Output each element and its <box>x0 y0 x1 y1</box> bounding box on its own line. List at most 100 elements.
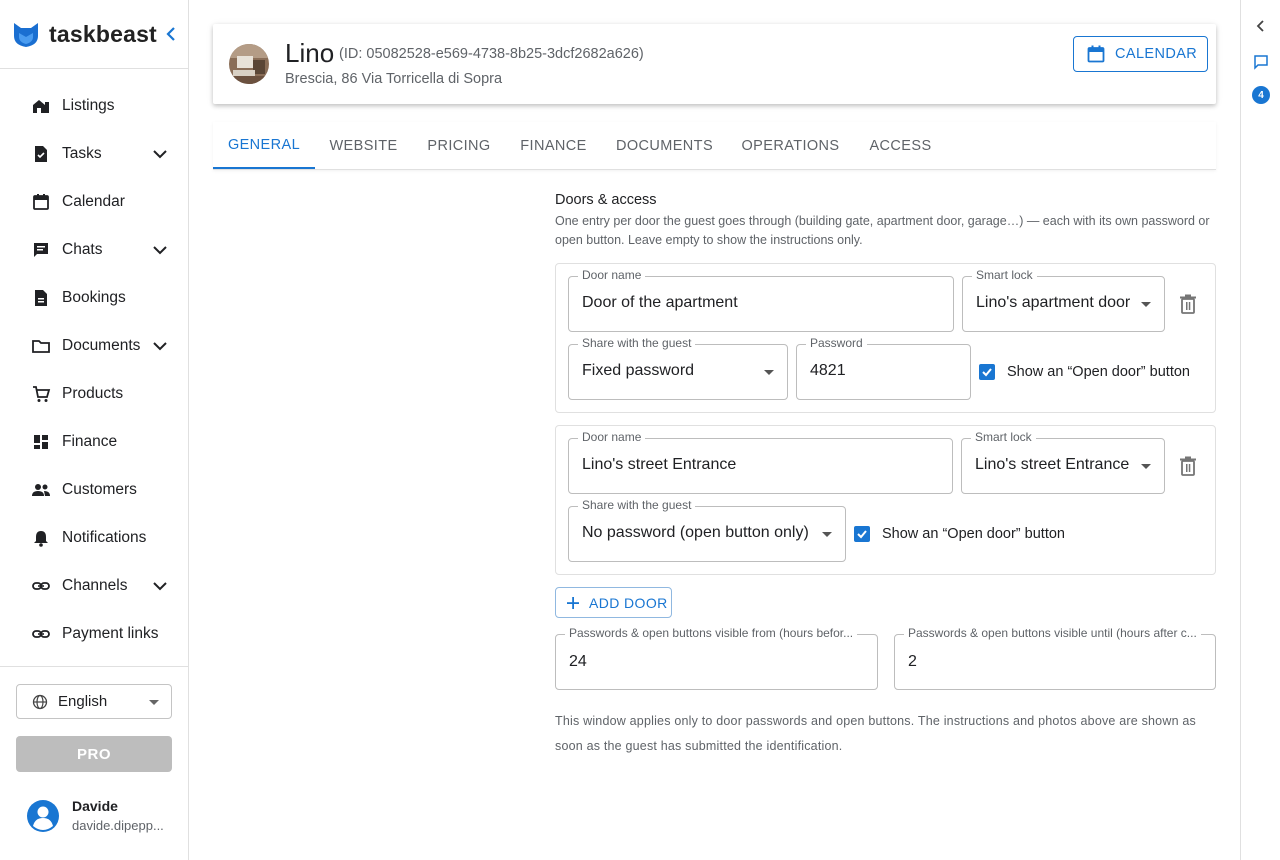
share-value: No password (open button only) <box>582 524 809 541</box>
checkbox-label: Show an “Open door” button <box>1007 364 1190 380</box>
notification-badge[interactable]: 4 <box>1252 86 1270 104</box>
tab-pricing[interactable]: PRICING <box>412 122 506 169</box>
nav-documents[interactable]: Documents <box>0 322 188 370</box>
listing-name: Lino <box>285 38 335 68</box>
section-description: One entry per door the guest goes throug… <box>555 214 1210 247</box>
nav-calendar[interactable]: Calendar <box>0 178 188 226</box>
chevron-down-icon[interactable] <box>150 336 170 356</box>
share-with-guest-select[interactable]: Share with the guest Fixed password <box>568 336 788 400</box>
divider <box>0 68 188 69</box>
user-profile[interactable]: Davide davide.dipepp... <box>26 797 181 837</box>
field-label: Smart lock <box>971 430 1036 444</box>
language-select[interactable]: English <box>16 684 172 719</box>
tab-finance[interactable]: FINANCE <box>506 122 601 169</box>
caret-down-icon <box>822 532 832 537</box>
divider <box>0 666 188 667</box>
door-name-value: Lino's street Entrance <box>582 456 737 473</box>
delete-door-icon[interactable] <box>1179 456 1197 476</box>
chevron-down-icon[interactable] <box>150 144 170 164</box>
nav-payment-links[interactable]: Payment links <box>0 610 188 658</box>
collapse-sidebar-icon[interactable] <box>163 25 181 43</box>
field-label: Share with the guest <box>578 336 696 350</box>
door-name-field[interactable]: Door name Door of the apartment <box>568 268 954 332</box>
nav-label: Bookings <box>62 289 126 306</box>
user-avatar-icon <box>27 800 59 832</box>
user-email: davide.dipepp... <box>72 818 164 833</box>
nav-label: Listings <box>62 97 115 114</box>
tab-operations[interactable]: OPERATIONS <box>728 122 853 169</box>
listing-id: (ID: 05082528-e569-4738-8b25-3dcf2682a62… <box>339 46 644 62</box>
chat-icon <box>34 243 48 257</box>
nav-label: Tasks <box>62 145 102 162</box>
nav-channels[interactable]: Channels <box>0 562 188 610</box>
add-door-button[interactable]: ADD DOOR <box>555 587 672 618</box>
visible-until-field[interactable]: Passwords & open buttons visible until (… <box>894 626 1216 690</box>
listing-header: Lino (ID: 05082528-e569-4738-8b25-3dcf26… <box>213 24 1216 104</box>
nav-finance[interactable]: Finance <box>0 418 188 466</box>
people-icon <box>32 484 50 496</box>
add-door-label: ADD DOOR <box>589 594 668 611</box>
nav-notifications[interactable]: Notifications <box>0 514 188 562</box>
listing-address: Brescia, 86 Via Torricella di Sopra <box>285 71 503 87</box>
visibility-note: This window applies only to door passwor… <box>555 714 1196 753</box>
language-value: English <box>58 693 108 710</box>
main-nav: Listings Tasks Calendar Chats Bookings D… <box>0 82 188 658</box>
app-name: taskbeast <box>49 20 157 47</box>
nav-products[interactable]: Products <box>0 370 188 418</box>
tab-general[interactable]: GENERAL <box>213 122 315 169</box>
smart-lock-select[interactable]: Smart lock Lino's apartment door <box>962 268 1165 332</box>
listing-photo <box>229 44 269 84</box>
link-icon <box>32 582 50 590</box>
link-icon <box>32 630 50 638</box>
field-label: Share with the guest <box>578 498 696 512</box>
chevron-down-icon[interactable] <box>150 576 170 596</box>
nav-chats[interactable]: Chats <box>0 226 188 274</box>
section-title: Doors & access <box>555 192 657 208</box>
smart-lock-select[interactable]: Smart lock Lino's street Entrance <box>961 430 1165 494</box>
tab-access[interactable]: ACCESS <box>853 122 948 169</box>
calendar-button[interactable]: CALENDAR <box>1073 36 1208 72</box>
visible-from-field[interactable]: Passwords & open buttons visible from (h… <box>555 626 878 690</box>
smart-lock-value: Lino's apartment door <box>976 294 1131 311</box>
chevron-left-icon[interactable] <box>1253 18 1269 34</box>
open-door-checkbox[interactable]: Show an “Open door” button <box>854 523 1065 545</box>
password-value: 4821 <box>810 362 846 379</box>
sidebar: taskbeast Listings Tasks Calendar Chats … <box>0 0 189 860</box>
visible-until-value: 2 <box>908 653 917 670</box>
chat-bubble-icon[interactable] <box>1253 54 1269 70</box>
field-label: Door name <box>578 430 646 444</box>
nav-label: Notifications <box>62 529 147 546</box>
door-name-field[interactable]: Door name Lino's street Entrance <box>568 430 953 494</box>
tab-website[interactable]: WEBSITE <box>315 122 412 169</box>
share-with-guest-select[interactable]: Share with the guest No password (open b… <box>568 498 846 562</box>
field-label: Passwords & open buttons visible from (h… <box>565 626 858 640</box>
nav-label: Chats <box>62 241 103 258</box>
nav-label: Payment links <box>62 625 159 642</box>
chevron-down-icon[interactable] <box>150 240 170 260</box>
nav-label: Finance <box>62 433 118 450</box>
brand[interactable]: taskbeast <box>12 19 182 49</box>
tab-documents[interactable]: DOCUMENTS <box>601 122 728 169</box>
calendar-icon <box>1087 45 1105 63</box>
open-door-checkbox[interactable]: Show an “Open door” button <box>979 361 1190 383</box>
folder-icon <box>32 340 50 353</box>
pro-button[interactable]: PRO <box>16 736 172 772</box>
nav-tasks[interactable]: Tasks <box>0 130 188 178</box>
calendar-button-label: CALENDAR <box>1115 46 1198 62</box>
checkbox-checked-icon[interactable] <box>979 364 995 380</box>
visible-from-value: 24 <box>569 653 587 670</box>
nav-listings[interactable]: Listings <box>0 82 188 130</box>
nav-bookings[interactable]: Bookings <box>0 274 188 322</box>
nav-customers[interactable]: Customers <box>0 466 188 514</box>
dashboard-icon <box>34 435 48 449</box>
checkbox-checked-icon[interactable] <box>854 526 870 542</box>
bookings-icon <box>35 290 47 306</box>
delete-door-icon[interactable] <box>1179 294 1197 314</box>
checkbox-label: Show an “Open door” button <box>882 526 1065 542</box>
caret-down-icon <box>149 700 159 705</box>
field-label: Passwords & open buttons visible until (… <box>904 626 1201 640</box>
field-label: Password <box>806 336 867 350</box>
door-card: Door name Door of the apartment Smart lo… <box>555 263 1216 413</box>
nav-label: Calendar <box>62 193 125 210</box>
password-field[interactable]: Password 4821 <box>796 336 971 400</box>
